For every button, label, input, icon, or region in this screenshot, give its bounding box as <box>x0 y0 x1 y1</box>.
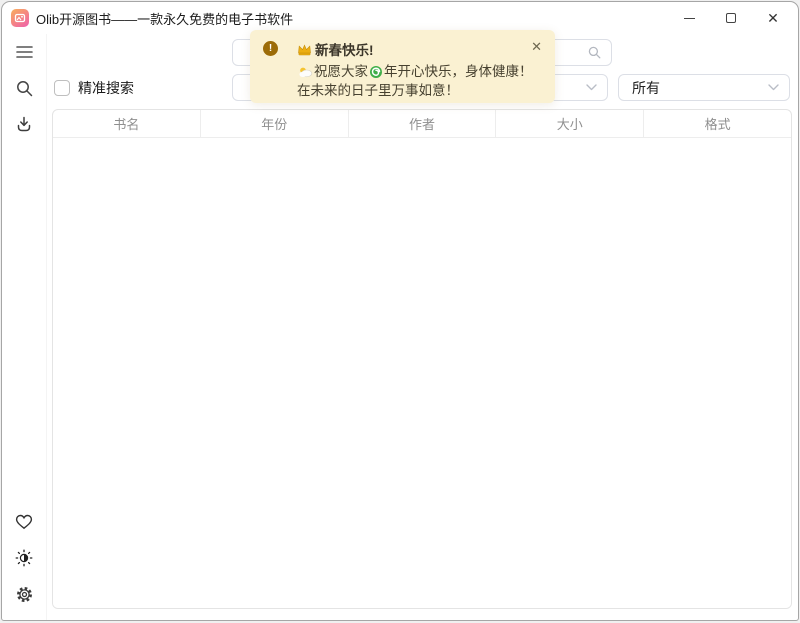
sun-cloud-emoji-icon <box>298 66 313 78</box>
window-controls: ✕ <box>668 2 798 34</box>
chevron-down-icon <box>768 84 779 91</box>
column-header-title[interactable]: 书名 <box>53 110 201 137</box>
maximize-button[interactable] <box>710 2 752 34</box>
precise-search-checkbox[interactable] <box>54 80 70 96</box>
results-table: 书名 年份 作者 大小 格式 <box>52 109 792 609</box>
sidebar <box>2 34 47 620</box>
column-header-year[interactable]: 年份 <box>201 110 349 137</box>
new-year-toast: ! 新春快乐! <box>250 30 555 103</box>
window-title: Olib开源图书——一款永久免费的电子书软件 <box>36 9 293 28</box>
toast-line2: 在未来的日子里万事如意！ <box>297 81 459 100</box>
toast-line1-text1: 祝愿大家 <box>314 62 368 81</box>
precise-search-label: 精准搜索 <box>78 78 134 98</box>
column-header-author[interactable]: 作者 <box>349 110 497 137</box>
format-select[interactable]: 所有 <box>618 74 790 101</box>
column-header-size[interactable]: 大小 <box>496 110 644 137</box>
search-icon[interactable] <box>9 73 39 103</box>
magnifier-icon <box>588 46 601 59</box>
minimize-icon <box>684 18 695 19</box>
toast-line1-text2: 年开心快乐，身体健康！ <box>384 62 533 81</box>
download-icon[interactable] <box>9 109 39 139</box>
chevron-down-icon <box>586 84 597 91</box>
format-select-value: 所有 <box>632 78 660 98</box>
crown-emoji-icon <box>297 43 312 56</box>
close-button[interactable]: ✕ <box>752 2 794 34</box>
precise-search-row: 精准搜索 <box>54 78 134 98</box>
menu-icon[interactable] <box>9 37 39 67</box>
theme-brightness-icon[interactable] <box>9 543 39 573</box>
table-body-empty <box>53 138 791 609</box>
app-window: Olib开源图书——一款永久免费的电子书软件 ✕ <box>1 1 799 621</box>
column-header-format[interactable]: 格式 <box>644 110 791 137</box>
settings-gear-icon[interactable] <box>9 579 39 609</box>
toast-close-button[interactable]: ✕ <box>531 40 542 53</box>
close-icon: ✕ <box>767 11 779 25</box>
app-logo-icon <box>11 9 29 27</box>
toast-title-line: 新春快乐! <box>297 39 533 59</box>
maximize-icon <box>726 13 736 23</box>
snake-emoji-icon <box>369 65 383 79</box>
toast-body: 祝愿大家 年开心快乐，身体健康！ 在未来的日子里万事如意！ <box>297 62 533 100</box>
minimize-button[interactable] <box>668 2 710 34</box>
table-header-row: 书名 年份 作者 大小 格式 <box>53 110 791 138</box>
warning-exclamation-icon: ! <box>263 41 278 56</box>
toast-title: 新春快乐! <box>315 39 374 59</box>
heart-icon[interactable] <box>9 507 39 537</box>
